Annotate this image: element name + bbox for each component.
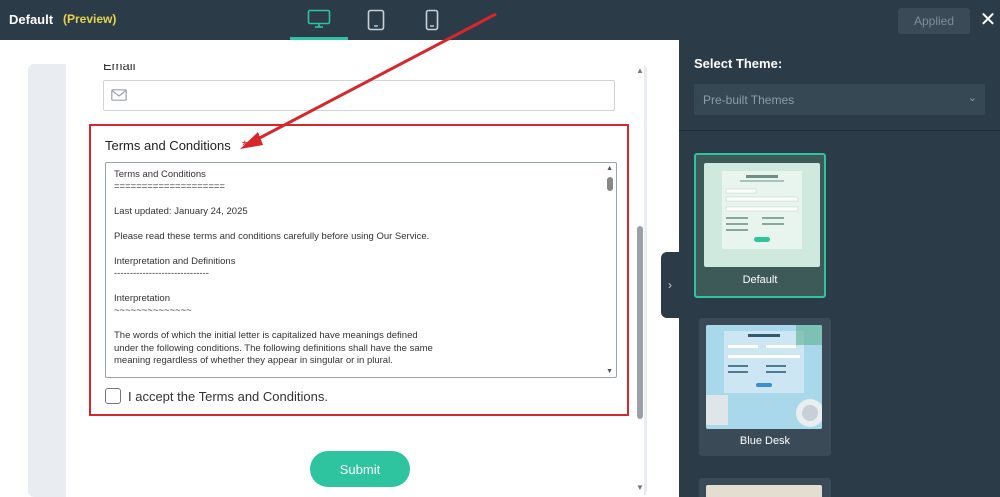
default-theme-preview	[722, 171, 802, 249]
chevron-down-icon: ⌄	[967, 92, 977, 104]
blue-desk-theme-preview	[706, 325, 822, 429]
email-field[interactable]	[103, 80, 615, 111]
desktop-view-tab[interactable]	[290, 0, 348, 40]
divider	[679, 130, 1000, 131]
terms-title: Terms and Conditions	[105, 138, 231, 153]
theme-panel: Select Theme: Pre-built Themes ⌄ Default	[679, 40, 1000, 497]
top-bar: Default (Preview) Applied ✕	[0, 0, 1000, 40]
theme-category-select[interactable]: Pre-built Themes ⌄	[694, 84, 985, 115]
form-preview-area: Email Terms and Conditions * Terms and C…	[0, 40, 679, 497]
theme-card-partial[interactable]	[699, 478, 831, 497]
tablet-view-tab[interactable]	[347, 0, 405, 40]
envelope-icon	[111, 89, 127, 101]
form-canvas: Email Terms and Conditions * Terms and C…	[66, 64, 644, 497]
accept-terms-label: I accept the Terms and Conditions.	[128, 388, 328, 404]
theme-select-value: Pre-built Themes	[703, 93, 795, 107]
applied-button[interactable]: Applied	[898, 8, 970, 34]
theme-thumbnail-default	[704, 163, 820, 267]
theme-name-default: Default	[742, 274, 778, 286]
terms-textarea[interactable]: Terms and Conditions ===================…	[105, 162, 617, 378]
chevron-right-icon: ›	[668, 278, 672, 292]
frame-scroll-up-icon[interactable]: ▲	[636, 66, 644, 75]
theme-thumbnail-partial	[706, 485, 822, 497]
theme-card-default[interactable]: Default	[694, 153, 826, 298]
theme-thumbnail-blue-desk	[706, 325, 822, 429]
submit-button[interactable]: Submit	[310, 451, 410, 487]
terms-text: Terms and Conditions ===================…	[114, 169, 433, 367]
desktop-icon	[307, 9, 331, 28]
frame-scrollbar-thumb[interactable]	[637, 226, 643, 419]
scroll-down-icon[interactable]: ▼	[606, 368, 613, 375]
accept-terms-row[interactable]: I accept the Terms and Conditions.	[105, 386, 328, 406]
close-icon[interactable]: ✕	[978, 9, 998, 31]
tablet-icon	[367, 9, 385, 31]
textarea-scrollbar-thumb[interactable]	[607, 177, 613, 191]
mobile-icon	[425, 9, 439, 31]
accept-terms-checkbox[interactable]	[105, 388, 121, 404]
theme-heading: Select Theme:	[694, 56, 783, 71]
terms-highlight-box: Terms and Conditions * Terms and Conditi…	[89, 124, 629, 416]
preview-frame: Email Terms and Conditions * Terms and C…	[28, 64, 647, 497]
scroll-up-icon[interactable]: ▲	[606, 165, 613, 172]
theme-card-blue-desk[interactable]: Blue Desk	[699, 318, 831, 456]
panel-collapse-handle[interactable]: ›	[661, 252, 679, 318]
frame-scroll-down-icon[interactable]: ▼	[636, 483, 644, 492]
page-title: Default	[9, 12, 54, 27]
mobile-view-tab[interactable]	[403, 0, 461, 40]
preview-badge: (Preview)	[63, 12, 117, 26]
required-mark: *	[242, 137, 248, 153]
theme-name-blue-desk: Blue Desk	[739, 435, 791, 447]
email-label: Email	[103, 64, 136, 73]
